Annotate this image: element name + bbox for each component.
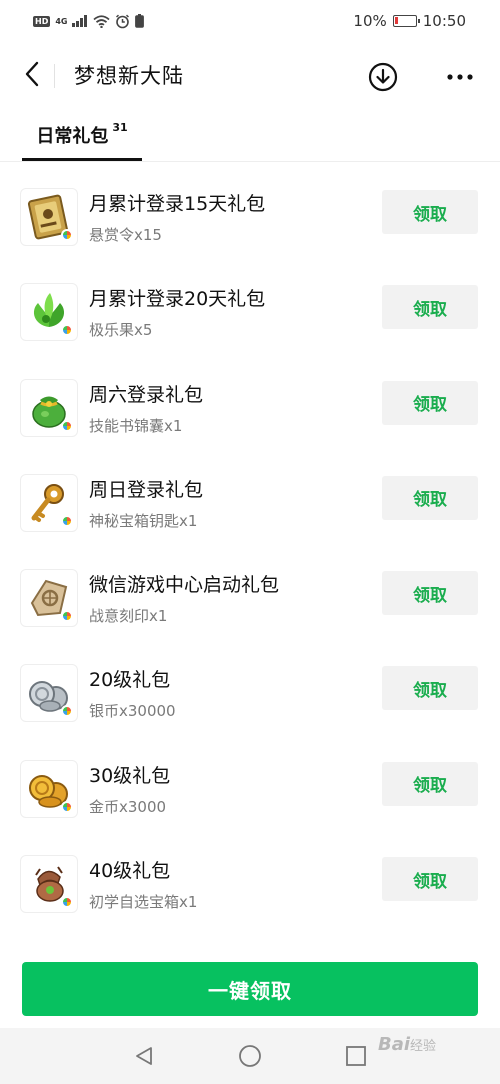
- list-item: 月累计登录15天礼包 悬赏令x15 领取: [0, 172, 500, 267]
- nav-divider: [54, 64, 55, 88]
- gift-pack-page: HD 4G 10% 10:50 梦想新大陆 日常礼包 31 月累计登录15天礼包…: [0, 0, 500, 1084]
- watermark-brand: Bai: [378, 1034, 411, 1055]
- list-item: 微信游戏中心启动礼包 战意刻印x1 领取: [0, 553, 500, 648]
- wifi-icon: [93, 14, 111, 28]
- game-badge-icon: [61, 229, 73, 241]
- notification-icon: [135, 14, 145, 28]
- list-item: 20级礼包 银币x30000 领取: [0, 648, 500, 743]
- gift-reward: 悬赏令x15: [89, 226, 162, 244]
- gift-title: 月累计登录15天礼包: [89, 193, 266, 215]
- download-button[interactable]: [366, 60, 400, 94]
- chevron-left-icon: [25, 61, 39, 87]
- gift-title: 周六登录礼包: [89, 383, 204, 406]
- status-bar: HD 4G 10% 10:50: [0, 0, 500, 42]
- triangle-back-icon: [136, 1047, 152, 1065]
- mystery-key-icon: [20, 473, 78, 532]
- system-home-button[interactable]: [236, 1042, 264, 1070]
- gift-reward: 极乐果x5: [89, 321, 153, 340]
- beginner-chest-icon: [20, 855, 78, 914]
- watermark-suffix: 经验: [410, 1039, 437, 1054]
- claim-button[interactable]: 领取: [382, 666, 478, 711]
- tab-bar: 日常礼包 31: [0, 108, 500, 162]
- bliss-fruit-icon: [20, 283, 78, 342]
- game-badge-icon: [61, 896, 73, 909]
- alarm-icon: [116, 14, 130, 28]
- gift-title: 周日登录礼包: [89, 478, 204, 501]
- circle-home-icon: [239, 1045, 261, 1067]
- list-item: 周六登录礼包 技能书锦囊x1 领取: [0, 363, 500, 458]
- gift-title: 30级礼包: [89, 764, 171, 787]
- more-dots-icon: [447, 74, 473, 80]
- list-item: 周日登录礼包 神秘宝箱钥匙x1 领取: [0, 458, 500, 553]
- battery-level: [394, 17, 398, 24]
- tab-daily-gifts[interactable]: 日常礼包 31: [22, 108, 142, 161]
- page-title: 梦想新大陆: [74, 64, 184, 88]
- bounty-scroll-icon: [20, 188, 78, 246]
- network-type: 4G: [55, 16, 68, 26]
- gift-title: 20级礼包: [89, 669, 171, 692]
- download-circle-icon: [368, 62, 398, 92]
- nav-bar: 梦想新大陆: [0, 42, 500, 108]
- square-recents-icon: [346, 1046, 366, 1066]
- skill-book-bag-icon: [20, 378, 78, 437]
- game-badge-icon: [61, 800, 73, 813]
- status-left: HD 4G: [33, 14, 145, 29]
- more-button[interactable]: [440, 60, 480, 94]
- list-item: 30级礼包 金币x3000 领取: [0, 744, 500, 839]
- watermark: Bai经验: [378, 1034, 436, 1055]
- claim-button[interactable]: 领取: [382, 380, 478, 425]
- system-recents-button[interactable]: [342, 1042, 370, 1070]
- list-item: 月累计登录20天礼包 极乐果x5 领取: [0, 267, 500, 362]
- claim-button[interactable]: 领取: [382, 285, 478, 330]
- status-time: 10:50: [422, 12, 466, 30]
- signal-icon: [72, 15, 88, 27]
- gift-title: 40级礼包: [89, 860, 171, 883]
- gift-reward: 初学自选宝箱x1: [89, 893, 198, 912]
- gift-title: 微信游戏中心启动礼包: [89, 574, 280, 597]
- gold-coins-icon: [20, 759, 78, 818]
- gift-reward: 银币x30000: [89, 702, 176, 721]
- claim-all-button[interactable]: 一键领取: [22, 962, 478, 1016]
- claim-button[interactable]: 领取: [382, 190, 478, 234]
- tab-count: 31: [112, 121, 128, 134]
- back-button[interactable]: [14, 56, 50, 92]
- battle-seal-icon: [20, 569, 78, 628]
- status-right: 10% 10:50: [353, 12, 466, 30]
- system-back-button[interactable]: [130, 1042, 158, 1070]
- battery-percent: 10%: [353, 12, 387, 30]
- battery-icon: [392, 15, 420, 27]
- claim-button[interactable]: 领取: [382, 571, 478, 616]
- gift-title: 月累计登录20天礼包: [89, 288, 266, 311]
- gift-reward: 神秘宝箱钥匙x1: [89, 511, 198, 530]
- hd-indicator: HD: [33, 15, 51, 27]
- list-item: 40级礼包 初学自选宝箱x1 领取: [0, 839, 500, 934]
- claim-button[interactable]: 领取: [382, 857, 478, 902]
- gift-reward: 技能书锦囊x1: [89, 416, 183, 435]
- game-badge-icon: [61, 514, 73, 527]
- game-badge-icon: [61, 419, 73, 432]
- gift-list: 月累计登录15天礼包 悬赏令x15 领取 月累计登录20天礼包 极乐果x5 领取: [0, 172, 500, 934]
- tab-label: 日常礼包: [36, 125, 109, 147]
- claim-button[interactable]: 领取: [382, 475, 478, 520]
- claim-button[interactable]: 领取: [382, 761, 478, 806]
- tab-active-indicator: [22, 158, 142, 161]
- silver-coins-icon: [20, 664, 78, 723]
- gift-reward: 战意刻印x1: [89, 607, 168, 626]
- gift-reward: 金币x3000: [89, 797, 167, 816]
